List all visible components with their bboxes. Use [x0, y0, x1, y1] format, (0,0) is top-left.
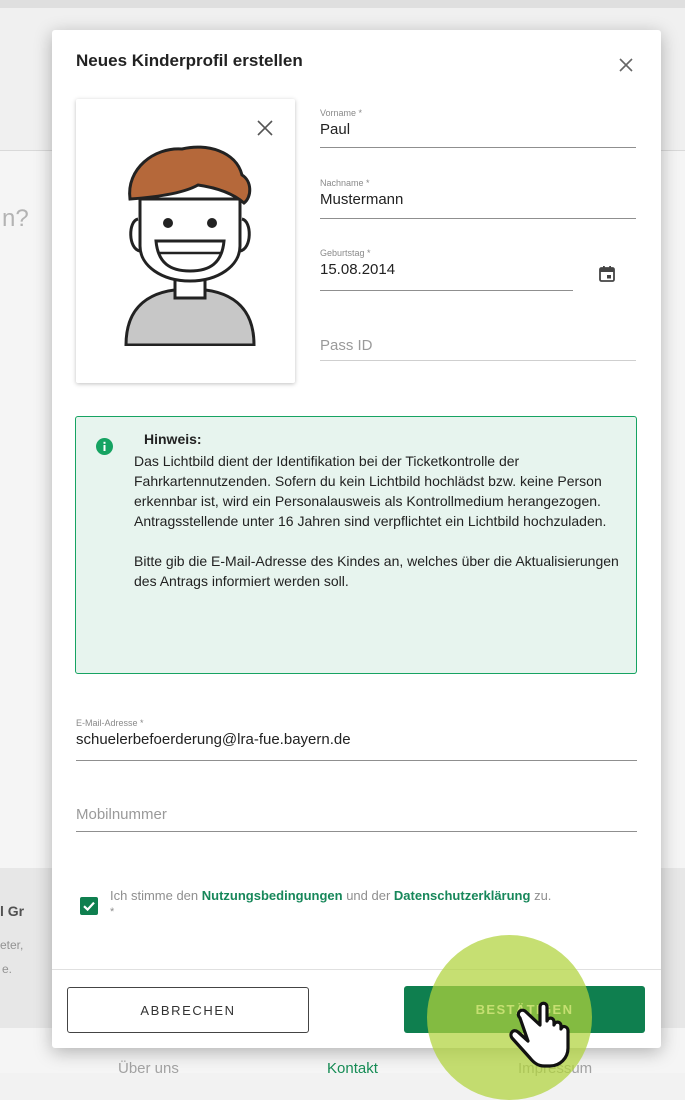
required-mark: *	[110, 906, 115, 918]
terms-of-use-link[interactable]: Nutzungsbedingungen	[202, 888, 343, 903]
terms-checkbox[interactable]	[80, 897, 98, 915]
email-value[interactable]: schuelerbefoerderung@lra-fue.bayern.de	[76, 731, 637, 748]
last-name-value[interactable]: Mustermann	[320, 191, 636, 208]
field-underline	[320, 360, 636, 361]
mobile-field[interactable]: Mobilnummer	[76, 806, 637, 834]
checkmark-icon	[83, 901, 95, 912]
birthday-field[interactable]: Geburtstag * 15.08.2014	[320, 248, 573, 291]
pass-id-field[interactable]: Pass ID	[320, 337, 636, 361]
info-icon	[96, 438, 113, 455]
notice-title: Hinweis:	[144, 431, 202, 447]
field-underline	[320, 147, 636, 148]
field-underline	[76, 831, 637, 832]
birthday-label: Geburtstag *	[320, 248, 371, 258]
first-name-field[interactable]: Vorname * Paul	[320, 108, 636, 150]
last-name-label: Nachname *	[320, 178, 370, 188]
terms-text: Ich stimme den Nutzungsbedingungen und d…	[110, 888, 551, 903]
cancel-button[interactable]: ABBRECHEN	[67, 987, 309, 1033]
close-icon[interactable]	[256, 119, 274, 137]
privacy-policy-link[interactable]: Datenschutzerklärung	[394, 888, 531, 903]
info-notice: Hinweis: Das Lichtbild dient der Identif…	[75, 416, 637, 674]
field-underline	[76, 760, 637, 761]
dialog-title: Neues Kinderprofil erstellen	[76, 51, 303, 70]
hand-cursor-icon	[509, 1001, 570, 1068]
last-name-field[interactable]: Nachname * Mustermann	[320, 178, 636, 220]
field-underline	[320, 290, 573, 291]
terms-prefix: Ich stimme den	[110, 888, 202, 903]
close-icon[interactable]	[617, 56, 635, 74]
notice-text: Das Lichtbild dient der Identifikation b…	[134, 453, 619, 589]
email-field[interactable]: E-Mail-Adresse * schuelerbefoerderung@lr…	[76, 718, 637, 762]
pass-id-placeholder[interactable]: Pass ID	[320, 337, 636, 354]
calendar-icon[interactable]	[597, 264, 617, 284]
photo-card[interactable]	[76, 99, 295, 383]
first-name-value[interactable]: Paul	[320, 121, 636, 138]
birthday-value[interactable]: 15.08.2014	[320, 261, 573, 278]
create-child-profile-dialog: Neues Kinderprofil erstellen Vorname * P…	[52, 30, 661, 1048]
avatar	[124, 145, 256, 346]
first-name-label: Vorname *	[320, 108, 363, 118]
email-label: E-Mail-Adresse *	[76, 718, 144, 728]
terms-middle: und der	[342, 888, 394, 903]
mobile-placeholder[interactable]: Mobilnummer	[76, 806, 637, 823]
field-underline	[320, 218, 636, 219]
terms-suffix: zu.	[530, 888, 552, 903]
